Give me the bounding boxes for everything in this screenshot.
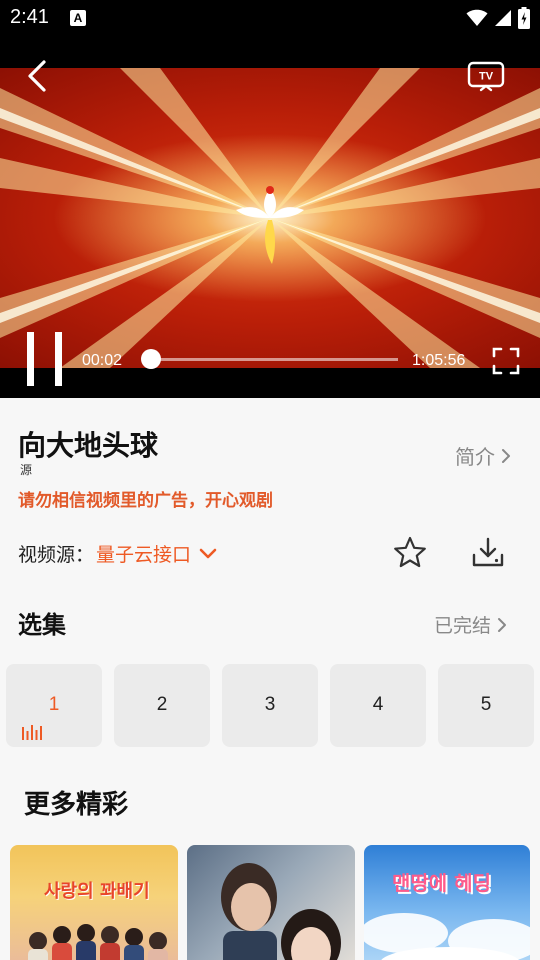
episode-item[interactable]: 5 xyxy=(438,664,534,747)
fullscreen-icon[interactable] xyxy=(492,347,520,375)
poster-image xyxy=(28,924,168,960)
chevron-right-icon xyxy=(498,617,507,632)
video-source-selector[interactable]: 视频源： 量子云接口 xyxy=(18,540,217,567)
status-bar: 2:41 A xyxy=(0,0,540,36)
phoenix-logo xyxy=(236,186,304,264)
status-time: 2:41 xyxy=(10,6,49,28)
poster-image xyxy=(221,863,341,960)
ad-notice: 请勿相信视频里的广告，开心观剧 xyxy=(18,491,273,511)
star-icon[interactable] xyxy=(392,535,428,571)
current-time: 00:02 xyxy=(82,352,123,369)
seek-bar[interactable] xyxy=(150,358,398,361)
episode-number: 4 xyxy=(372,694,384,715)
episode-number: 1 xyxy=(48,694,60,715)
episode-number: 3 xyxy=(264,694,276,715)
pause-button[interactable] xyxy=(24,332,66,388)
notification-icon: A xyxy=(70,10,86,26)
total-time: 1:05:56 xyxy=(412,352,466,369)
intro-link[interactable]: 简介 xyxy=(455,441,513,470)
battery-icon xyxy=(518,7,530,29)
wifi-icon xyxy=(466,9,488,26)
intro-label: 简介 xyxy=(455,445,495,469)
video-artwork xyxy=(0,68,540,368)
recommendation-card[interactable] xyxy=(187,845,355,960)
signal-icon xyxy=(495,10,511,26)
video-frame[interactable] xyxy=(0,68,540,368)
chevron-right-icon xyxy=(502,448,510,463)
episode-item[interactable]: 1 xyxy=(6,664,102,747)
more-heading: 更多精彩 xyxy=(24,790,129,820)
pause-icon-bar xyxy=(55,332,62,386)
back-arrow-icon[interactable] xyxy=(20,56,56,96)
source-label: 视频源： xyxy=(18,544,95,566)
episode-number: 2 xyxy=(156,694,168,715)
video-player[interactable]: TV 00:02 1:05:56 xyxy=(0,36,540,398)
episodes-heading: 选集 xyxy=(18,611,66,639)
episode-item[interactable]: 2 xyxy=(114,664,210,747)
status-icons xyxy=(466,7,530,29)
pause-icon xyxy=(27,332,34,386)
episodes-status-label: 已完结 xyxy=(434,615,492,637)
episode-number: 5 xyxy=(480,694,492,715)
tv-cast-label: TV xyxy=(479,71,494,83)
source-value[interactable]: 量子云接口 xyxy=(96,540,191,567)
video-title: 向大地头球 xyxy=(18,429,159,462)
recommendation-card[interactable]: 맨땅에 헤딩 xyxy=(364,845,530,960)
episode-list: 1 2 3 4 5 xyxy=(6,664,540,747)
seek-thumb[interactable] xyxy=(141,349,161,369)
chevron-down-icon[interactable] xyxy=(199,548,217,560)
episodes-status-link[interactable]: 已完结 xyxy=(434,611,509,638)
download-icon[interactable] xyxy=(470,535,506,571)
source-tag: 源 xyxy=(20,463,33,477)
tv-cast-icon: TV xyxy=(467,61,505,92)
episode-item[interactable]: 3 xyxy=(222,664,318,747)
recommendation-card[interactable]: 사랑의 꽈배기 xyxy=(10,845,178,960)
poster-image xyxy=(364,913,530,960)
playing-equalizer-icon xyxy=(22,725,42,740)
episode-item[interactable]: 4 xyxy=(330,664,426,747)
tv-cast-button[interactable]: TV xyxy=(466,60,506,94)
